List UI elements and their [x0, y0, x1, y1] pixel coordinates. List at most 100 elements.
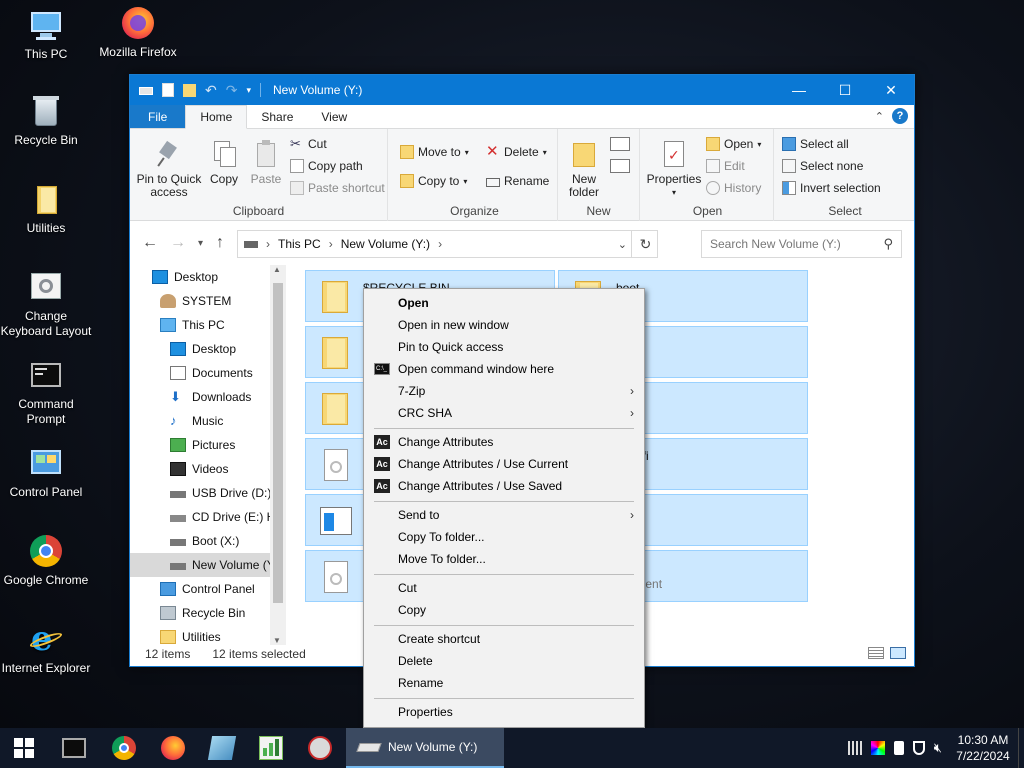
new-item-icon[interactable] [610, 137, 630, 151]
desktop-icon-firefox[interactable]: Mozilla Firefox [92, 6, 184, 60]
nav-item[interactable]: Recycle Bin [130, 601, 286, 625]
select-all-button[interactable]: Select all [782, 137, 849, 151]
show-desktop-button[interactable] [1018, 728, 1024, 768]
color-app-icon[interactable] [870, 741, 885, 755]
nav-item[interactable]: Boot (X:) [130, 529, 286, 553]
nav-item[interactable]: New Volume (Y:) [130, 553, 286, 577]
nav-item[interactable]: Pictures [130, 433, 286, 457]
network-icon[interactable] [847, 741, 862, 755]
open-button[interactable]: Open ▾ [706, 137, 761, 151]
menu-item-7zip[interactable]: 7-Zip › [364, 380, 644, 402]
start-button[interactable] [0, 728, 48, 768]
scroll-up-icon[interactable]: ▲ [273, 265, 281, 274]
nav-item[interactable]: This PC [130, 313, 286, 337]
recent-locations-icon[interactable]: ▾ [198, 238, 203, 249]
clock[interactable]: 10:30 AM 7/22/2024 [948, 732, 1018, 764]
copy-path-button[interactable]: Copy path [290, 159, 363, 173]
taskbar-explorer-window-button[interactable]: New Volume (Y:) [346, 728, 504, 768]
menu-item-crc-sha[interactable]: CRC SHA › [364, 402, 644, 424]
menu-item-move-to-folder[interactable]: Move To folder... [364, 548, 644, 570]
new-folder-button[interactable]: New folder [562, 139, 606, 199]
desktop-icon-control-panel[interactable]: Control Panel [0, 446, 92, 500]
scrollbar-thumb[interactable] [273, 283, 283, 603]
edit-button[interactable]: Edit [706, 159, 745, 173]
desktop-icon-this-pc[interactable]: This PC [0, 8, 92, 62]
menu-item-create-shortcut[interactable]: Create shortcut [364, 628, 644, 650]
taskbar-chart-app-icon[interactable] [259, 736, 283, 760]
back-arrow-icon[interactable]: ← [142, 234, 158, 252]
up-arrow-icon[interactable]: ↑ [216, 234, 224, 252]
menu-item-open-command-window[interactable]: C:\_ Open command window here [364, 358, 644, 380]
properties-check-icon[interactable] [162, 83, 174, 97]
nav-item[interactable]: ⬇ Downloads [130, 385, 286, 409]
menu-item-properties[interactable]: Properties [364, 701, 644, 723]
select-none-button[interactable]: Select none [782, 159, 863, 173]
desktop-icon-google-chrome[interactable]: Google Chrome [0, 534, 92, 588]
menu-item-open-new-window[interactable]: Open in new window [364, 314, 644, 336]
volume-muted-icon[interactable]: 🔇︎ [934, 740, 942, 756]
taskbar-notepad-icon[interactable] [207, 736, 237, 760]
menu-item-send-to[interactable]: Send to › [364, 504, 644, 526]
taskbar-firefox-icon[interactable] [161, 736, 185, 760]
minimize-button[interactable]: — [776, 75, 822, 105]
paste-shortcut-button[interactable]: Paste shortcut [290, 181, 385, 195]
nav-item[interactable]: SYSTEM [130, 289, 286, 313]
properties-button[interactable]: ✓ Properties ▾ [644, 139, 704, 199]
navigation-scrollbar[interactable]: ▲ ▼ [270, 265, 286, 645]
tab-home[interactable]: Home [185, 105, 248, 129]
paste-button[interactable]: Paste [246, 139, 286, 186]
redo-icon[interactable]: ↷ [226, 82, 238, 99]
new-folder-icon[interactable] [183, 83, 196, 97]
menu-item-change-attributes-current[interactable]: Ac Change Attributes / Use Current [364, 453, 644, 475]
menu-item-change-attributes-saved[interactable]: Ac Change Attributes / Use Saved [364, 475, 644, 497]
search-box[interactable]: Search New Volume (Y:) ⚲ [701, 230, 902, 258]
menu-item-open[interactable]: Open [364, 292, 644, 314]
large-icons-view-icon[interactable] [890, 647, 906, 659]
desktop-icon-internet-explorer[interactable]: e Internet Explorer [0, 622, 92, 676]
menu-item-copy-to-folder[interactable]: Copy To folder... [364, 526, 644, 548]
nav-item[interactable]: Documents [130, 361, 286, 385]
taskbar-disk-tool-icon[interactable] [308, 736, 332, 760]
desktop-icon-recycle-bin[interactable]: Recycle Bin [0, 94, 92, 148]
cut-button[interactable]: ✂ Cut [290, 137, 327, 152]
nav-item[interactable]: USB Drive (D:) [130, 481, 286, 505]
tab-file[interactable]: File [130, 105, 186, 128]
nav-item[interactable]: Videos [130, 457, 286, 481]
breadcrumb-new-volume[interactable]: New Volume (Y:) [341, 237, 430, 251]
customize-dropdown-icon[interactable]: ▾ [246, 85, 251, 96]
menu-item-rename[interactable]: Rename [364, 672, 644, 694]
history-button[interactable]: History [706, 181, 761, 195]
undo-icon[interactable]: ↶ [205, 82, 217, 99]
help-icon[interactable]: ? [892, 108, 908, 124]
desktop-icon-command-prompt[interactable]: Command Prompt [0, 358, 92, 427]
copy-to-button[interactable]: Copy to ▾ [400, 174, 467, 188]
rename-button[interactable]: Rename [486, 174, 549, 188]
invert-selection-button[interactable]: Invert selection [782, 181, 881, 195]
menu-item-pin-quick-access[interactable]: Pin to Quick access [364, 336, 644, 358]
tab-view[interactable]: View [307, 105, 361, 128]
pin-to-quick-access-button[interactable]: Pin to Quick access [136, 139, 202, 199]
address-bar[interactable]: › This PC › New Volume (Y:) › ⌄ ↻ [237, 230, 658, 258]
breadcrumb-this-pc[interactable]: This PC [278, 237, 321, 251]
forward-arrow-icon[interactable]: → [170, 234, 186, 252]
nav-item[interactable]: ♪ Music [130, 409, 286, 433]
drive-tray-icon[interactable] [893, 741, 904, 755]
address-dropdown-icon[interactable]: ⌄ [618, 238, 627, 251]
nav-item[interactable]: Desktop [130, 265, 286, 289]
menu-item-delete[interactable]: Delete [364, 650, 644, 672]
collapse-ribbon-icon[interactable]: ⌃ [875, 110, 884, 123]
refresh-icon[interactable]: ↻ [631, 231, 659, 257]
delete-button[interactable]: ✕ Delete ▾ [486, 144, 547, 159]
desktop-icon-utilities[interactable]: Utilities [0, 182, 92, 236]
taskbar-command-prompt-icon[interactable] [62, 738, 86, 758]
easy-access-icon[interactable] [610, 159, 630, 173]
search-input[interactable]: Search New Volume (Y:) [710, 237, 841, 251]
nav-item[interactable]: CD Drive (E:) H [130, 505, 286, 529]
tab-share[interactable]: Share [247, 105, 307, 128]
details-view-icon[interactable] [868, 647, 884, 659]
menu-item-cut[interactable]: Cut [364, 577, 644, 599]
nav-item[interactable]: Control Panel [130, 577, 286, 601]
menu-item-change-attributes[interactable]: Ac Change Attributes [364, 431, 644, 453]
security-icon[interactable] [912, 741, 925, 755]
taskbar-chrome-icon[interactable] [112, 736, 136, 760]
